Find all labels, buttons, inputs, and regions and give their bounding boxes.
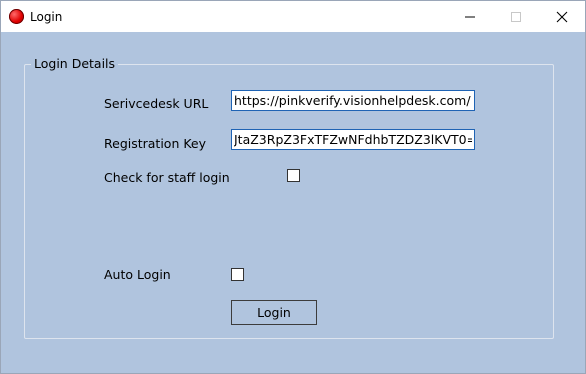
maximize-button[interactable] [493, 1, 539, 32]
auto-login-label: Auto Login [104, 267, 171, 282]
registration-key-label: Registration Key [104, 136, 207, 151]
servicedesk-url-input[interactable] [231, 90, 475, 111]
maximize-icon [511, 12, 521, 22]
app-red-circle-icon [9, 9, 24, 24]
close-button[interactable] [539, 1, 585, 32]
close-icon [556, 11, 568, 23]
group-title: Login Details [31, 56, 119, 72]
title-bar[interactable]: Login [1, 1, 585, 32]
auto-login-checkbox[interactable] [231, 268, 244, 281]
registration-key-input[interactable] [231, 129, 475, 150]
servicedesk-url-label: Serivcedesk URL [104, 96, 209, 111]
minimize-icon [465, 16, 475, 18]
staff-login-checkbox[interactable] [287, 169, 300, 182]
staff-login-label: Check for staff login [104, 170, 230, 185]
login-window: Login Login Details Serivcedesk URL Regi… [0, 0, 586, 374]
window-title: Login [30, 10, 63, 24]
minimize-button[interactable] [447, 1, 493, 32]
login-button[interactable]: Login [231, 300, 317, 325]
